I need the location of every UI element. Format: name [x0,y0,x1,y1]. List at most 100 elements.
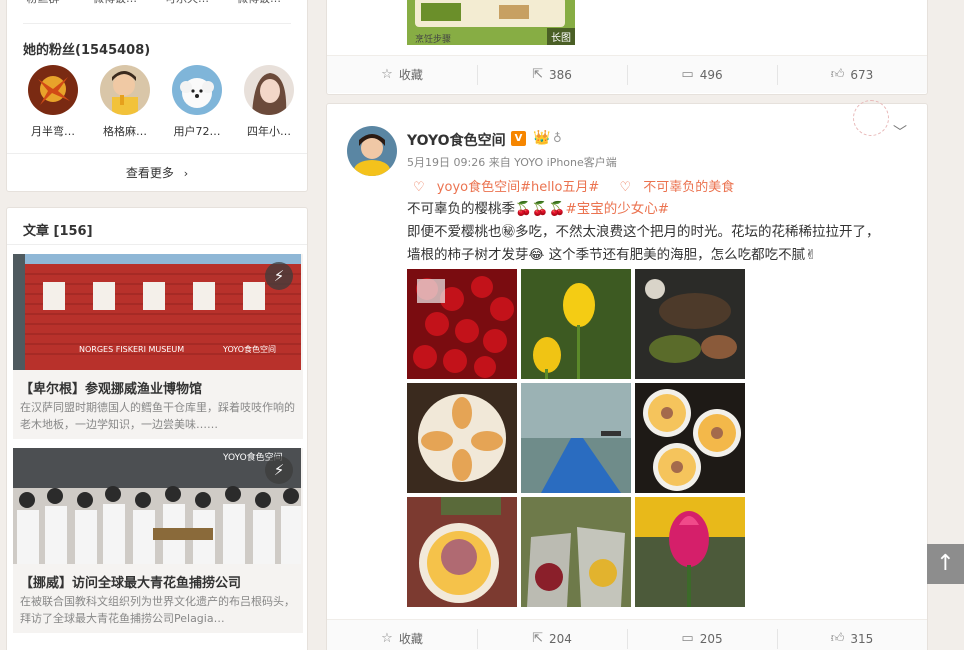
image-grid [407,269,749,607]
photo-thumbnail[interactable] [521,383,631,493]
lightning-icon: ⚡ [265,456,293,484]
stamp-icon [853,100,889,136]
like-count: 315 [850,631,874,646]
like-count: 673 [850,67,874,82]
post-card: YOYO食色空间 V 👑 ♁ 5月19日 09:26 来自 YOYO iPhon… [326,100,928,650]
fan-list: 月半弯… 格格麻… 用户72… 四年小… [17,65,305,139]
share-icon: ⇱ [532,67,543,82]
repost-count: 204 [549,631,572,646]
articles-card: 文章 [156] NORGES FISKERI MUSEUM YOYO食色空间 … [6,207,308,650]
museum-sign: NORGES FISKERI MUSEUM [79,345,184,354]
arrow-up-icon: ↑ [936,551,955,576]
avatar[interactable] [28,65,78,115]
museum-image: NORGES FISKERI MUSEUM YOYO食色空间 [13,254,301,370]
verified-badge[interactable]: V [511,131,526,146]
topic-tag[interactable]: ♡ yoyo食色空间#hello五月# [413,180,607,195]
photo-thumbnail[interactable] [407,269,517,379]
like-button[interactable]: 👍︎ 673 [777,56,927,93]
share-icon: ⇱ [532,631,543,646]
medal-icon[interactable]: ♁ [553,131,562,145]
author-name[interactable]: YOYO食色空间 [407,130,506,150]
post-text-line: 不可辜负的樱桃季🍒🍒🍒 [407,201,566,217]
photo-thumbnail[interactable] [635,383,745,493]
post-text-line: 即便不爱樱桃也㊙多吃，不然太浪费这个把月的时光。花坛的花稀稀拉拉开了， [407,224,880,240]
avatar[interactable] [347,126,397,176]
fan-group-name[interactable]: 微博饭… [223,0,295,13]
see-more-label: 查看更多 [125,166,174,180]
article-desc[interactable]: 在被联合国教科文组织列为世界文化遗产的布吕根码头，拜访了全球最大青花鱼捕捞公司P… [13,593,303,633]
fan-group-name[interactable]: 微博饭… [79,0,151,13]
chevron-down-icon[interactable]: ﹀ [893,122,907,142]
comment-icon: ▭ [681,631,694,646]
action-bar: ☆ 收藏 ⇱ 386 ▭ 496 👍︎ 673 [327,55,927,93]
divider [23,23,291,24]
post-text: 不可辜负的樱桃季🍒🍒🍒#宝宝的少女心# 即便不爱樱桃也㊙多吃，不然太浪费这个把月… [407,198,907,267]
previous-post-card: 烹饪步骤 长图 ☆ 收藏 ⇱ 386 ▭ 496 👍︎ 673 [326,0,928,95]
favorite-label: 收藏 [398,68,423,82]
comment-count: 205 [699,631,723,646]
thumbs-up-icon: 👍︎ [830,631,845,646]
see-more-button[interactable]: 查看更多 › [7,153,307,191]
photo-thumbnail[interactable] [635,497,745,607]
lightning-icon: ⚡ [265,262,293,290]
article-item[interactable]: NORGES FISKERI MUSEUM YOYO食色空间 ⚡ 【卑尔根】参观… [13,254,303,439]
photo-thumbnail[interactable] [407,383,517,493]
star-icon: ☆ [381,631,393,646]
post-meta[interactable]: 5月19日 09:26 来自 YOYO iPhone客户端 [407,154,617,170]
favorite-button[interactable]: ☆ 收藏 [327,620,477,650]
crown-icon[interactable]: 👑 [533,130,550,146]
avatar[interactable] [244,65,294,115]
article-item[interactable]: YOYO食色空间 ⚡ 【挪威】访问全球最大青花鱼捕捞公司 在被联合国教科文组织列… [13,448,303,633]
chevron-right-icon: › [183,167,189,180]
fan-item[interactable]: 四年小… [233,65,305,139]
repost-button[interactable]: ⇱ 204 [477,620,627,650]
image-caption: 烹饪步骤 [415,33,451,45]
fans-card: 粉丝群 微博饭… 可乐天… 微博饭… 她的粉丝(1545408) 月半弯… 格格… [6,0,308,192]
article-desc[interactable]: 在汉萨同盟时期德国人的鳕鱼干仓库里，踩着吱吱作响的老木地板，一边学知识，一边尝美… [13,399,303,439]
fan-item[interactable]: 用户72… [161,65,233,139]
fan-name[interactable]: 用户72… [161,123,233,139]
like-button[interactable]: 👍︎ 315 [777,620,927,650]
avatar[interactable] [172,65,222,115]
watermark: YOYO食色空间 [222,344,276,354]
group-photo-image: YOYO食色空间 [13,448,301,564]
avatar[interactable] [100,65,150,115]
location-icon: ♡ [619,180,636,195]
hashtag-link[interactable]: #宝宝的少女心# [565,201,669,217]
photo-thumbnail[interactable] [521,269,631,379]
photo-thumbnail[interactable] [635,269,745,379]
fan-name[interactable]: 格格麻… [89,123,161,139]
fan-name[interactable]: 月半弯… [17,123,89,139]
article-title[interactable]: 【挪威】访问全球最大青花鱼捕捞公司 [13,564,303,593]
fan-name[interactable]: 四年小… [233,123,305,139]
articles-title[interactable]: 文章 [156] [23,220,93,239]
repost-button[interactable]: ⇱ 386 [477,56,627,93]
fan-item[interactable]: 月半弯… [17,65,89,139]
photo-thumbnail[interactable] [407,497,517,607]
divider [7,244,307,245]
location-icon: ♡ [413,180,429,195]
comment-button[interactable]: ▭ 205 [627,620,777,650]
favorite-button[interactable]: ☆ 收藏 [327,56,477,93]
post-text-line: 墙根的柿子树才发芽😂 这个季节还有肥美的海胆，怎么吃都吃不腻✌ [407,247,817,263]
back-to-top-button[interactable]: ↑ [927,544,964,584]
topic-tags: ♡ yoyo食色空间#hello五月# ♡ 不可辜负的美食 [413,176,750,195]
fan-group-row: 粉丝群 微博饭… 可乐天… 微博饭… [7,0,307,13]
fan-group-name[interactable]: 可乐天… [151,0,223,13]
photo-thumbnail[interactable] [521,497,631,607]
topic-tag[interactable]: ♡ 不可辜负的美食 [619,180,742,195]
long-image[interactable]: 烹饪步骤 长图 [407,0,575,45]
repost-count: 386 [549,67,572,82]
comment-icon: ▭ [681,67,694,82]
article-image[interactable]: YOYO食色空间 ⚡ [13,448,301,564]
favorite-label: 收藏 [398,632,423,646]
article-image[interactable]: NORGES FISKERI MUSEUM YOYO食色空间 ⚡ [13,254,301,370]
fans-title[interactable]: 她的粉丝(1545408) [23,39,150,58]
comment-count: 496 [699,67,723,82]
comment-button[interactable]: ▭ 496 [627,56,777,93]
article-title[interactable]: 【卑尔根】参观挪威渔业博物馆 [13,370,303,399]
fan-item[interactable]: 格格麻… [89,65,161,139]
long-image-tag: 长图 [547,28,575,45]
fan-group-name[interactable]: 粉丝群 [7,0,79,13]
action-bar: ☆ 收藏 ⇱ 204 ▭ 205 👍︎ 315 [327,619,927,650]
